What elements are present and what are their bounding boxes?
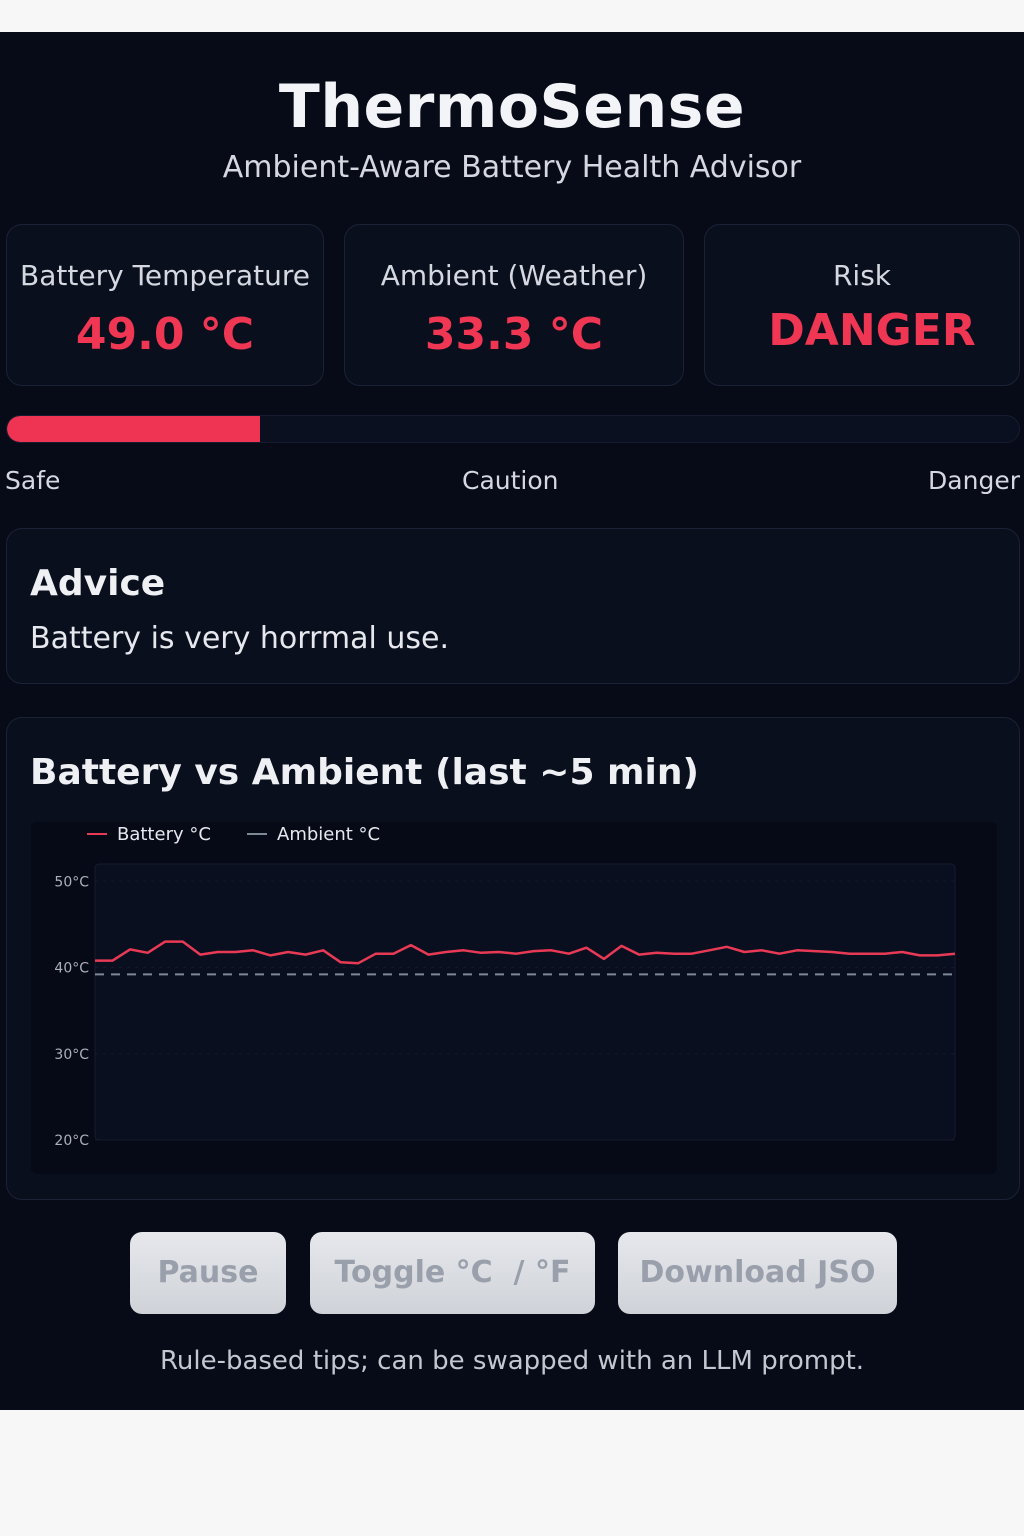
- risk-meter: [6, 415, 1020, 443]
- temperature-chart: 50°C 40°C 30°C 20°C Battery °C Ambient °C: [54, 824, 956, 1149]
- chart-plot-area: [94, 863, 956, 1141]
- battery-temperature-card: Battery Temperature 49.0 °C: [6, 224, 324, 386]
- chart-area: 50°C 40°C 30°C 20°C Battery °C Ambient °C: [31, 822, 997, 1174]
- risk-label: Risk: [832, 259, 892, 292]
- ambient-temperature-card: Ambient (Weather) 33.3 °C: [344, 224, 684, 386]
- chart-y-tick-label: 30°C: [54, 1047, 89, 1063]
- legend-label-battery: Battery °C: [117, 824, 211, 845]
- toggle-unit-button[interactable]: Toggle °C / °F: [310, 1232, 595, 1314]
- risk-meter-fill: [7, 416, 260, 442]
- legend-label-ambient: Ambient °C: [277, 824, 380, 845]
- footer-note: Rule-based tips; can be swapped with an …: [159, 1346, 865, 1376]
- chart-heading: Battery vs Ambient (last ~5 min): [30, 752, 699, 793]
- app-root: ThermoSense Ambient-Aware Battery Health…: [0, 32, 1024, 1410]
- chart-y-tick-label: 40°C: [54, 961, 89, 977]
- risk-scale-danger: Danger: [928, 466, 1020, 495]
- app-subtitle: Ambient-Aware Battery Health Advisor: [222, 150, 802, 185]
- advice-text: Battery is very horrmal use.: [30, 621, 450, 656]
- risk-scale-caution: Caution: [462, 466, 559, 495]
- battery-temperature-value: 49.0 °C: [75, 309, 255, 360]
- chart-y-tick-label: 50°C: [54, 874, 89, 890]
- chart-panel: Battery vs Ambient (last ~5 min) 50°C 40°…: [6, 717, 1020, 1200]
- risk-card: Risk DANGER: [704, 224, 1020, 386]
- ambient-temperature-label: Ambient (Weather): [380, 259, 648, 292]
- app-title: ThermoSense: [278, 72, 746, 142]
- advice-panel: Advice Battery is very horrmal use.: [6, 528, 1020, 684]
- risk-scale-safe: Safe: [5, 466, 61, 495]
- risk-value: DANGER: [768, 305, 976, 356]
- chart-y-tick-label: 20°C: [54, 1133, 89, 1149]
- ambient-temperature-value: 33.3 °C: [424, 309, 604, 360]
- battery-temperature-label: Battery Temperature: [20, 259, 310, 292]
- pause-button[interactable]: Pause: [130, 1232, 286, 1314]
- download-json-button[interactable]: Download JSO: [618, 1232, 897, 1314]
- advice-heading: Advice: [30, 563, 166, 604]
